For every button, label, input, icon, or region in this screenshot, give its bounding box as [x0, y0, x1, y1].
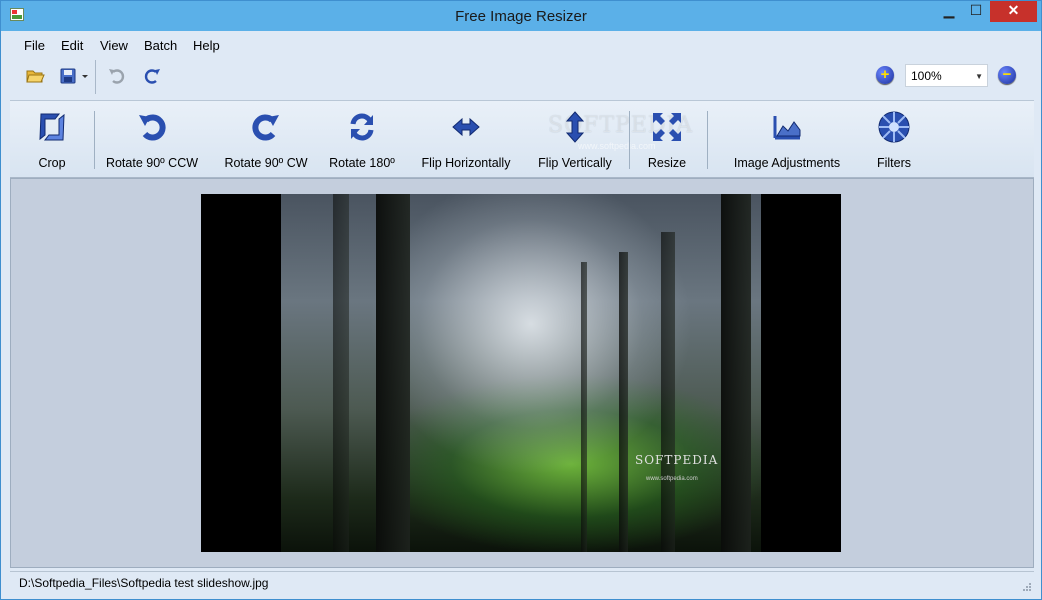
save-dropdown-chevron-down-icon[interactable] — [80, 66, 90, 86]
image-adjustments-icon — [773, 116, 801, 140]
flip-vertical-icon — [565, 111, 585, 143]
rotate-cw-label: Rotate 90º CW — [224, 156, 308, 170]
toolbar-separator — [629, 111, 630, 169]
status-bar: D:\Softpedia_Files\Softpedia test slides… — [10, 571, 1034, 594]
quick-toolbar: + 100% ▼ − — [10, 58, 1034, 98]
close-button[interactable]: ✕ — [990, 1, 1037, 22]
toolbar-separator — [707, 111, 708, 169]
rotate-180-icon — [350, 113, 374, 141]
rotate-cw-icon — [252, 114, 279, 141]
toolbar-separator — [94, 111, 95, 169]
rotate-cw-button[interactable]: Rotate 90º CW — [218, 101, 314, 177]
tree-trunk — [619, 252, 628, 552]
rotate-ccw-label: Rotate 90º CCW — [105, 156, 199, 170]
image-preview[interactable]: SOFTPEDIA www.softpedia.com — [201, 194, 841, 552]
tree-trunk — [721, 194, 751, 552]
app-window: Free Image Resizer ▁ ☐ ✕ File Edit View … — [0, 0, 1042, 600]
photo-url: www.softpedia.com — [646, 476, 698, 482]
save-icon[interactable] — [58, 66, 78, 86]
chevron-down-icon[interactable]: ▼ — [975, 72, 983, 81]
resize-label: Resize — [647, 156, 687, 170]
menu-file[interactable]: File — [24, 38, 45, 53]
crop-icon — [39, 113, 65, 141]
photo-watermark: SOFTPEDIA — [635, 453, 719, 467]
forest-photo — [281, 194, 761, 552]
filters-icon — [878, 111, 910, 143]
tree-trunk — [376, 194, 410, 552]
tree-trunk — [581, 262, 587, 552]
tree-trunk — [661, 232, 675, 552]
maximize-button[interactable]: ☐ — [963, 1, 989, 22]
menu-view[interactable]: View — [100, 38, 128, 53]
rotate-ccw-button[interactable]: Rotate 90º CCW — [104, 101, 200, 177]
image-canvas[interactable]: SOFTPEDIA www.softpedia.com — [10, 178, 1034, 568]
open-folder-icon[interactable] — [25, 66, 45, 86]
menu-edit[interactable]: Edit — [61, 38, 83, 53]
filters-button[interactable]: Filters — [862, 101, 926, 177]
resize-button[interactable]: Resize — [636, 101, 698, 177]
rotate-180-label: Rotate 180º — [329, 156, 395, 170]
window-title: Free Image Resizer — [455, 8, 587, 25]
resize-grip-icon[interactable] — [1022, 582, 1032, 592]
filters-label: Filters — [876, 156, 912, 170]
flip-horizontal-button[interactable]: Flip Horizontally — [414, 101, 518, 177]
zoom-out-icon[interactable]: − — [998, 66, 1016, 84]
menu-bar: File Edit View Batch Help — [10, 32, 1034, 58]
image-toolbar: SOFTPEDIA www.softpedia.com Crop Rotate … — [10, 100, 1034, 178]
zoom-select[interactable]: 100% ▼ — [905, 64, 988, 87]
flip-vertical-label: Flip Vertically — [538, 156, 612, 170]
flip-horizontal-icon — [452, 117, 480, 137]
minimize-button[interactable]: ▁ — [936, 1, 962, 22]
crop-button[interactable]: Crop — [22, 101, 82, 177]
menu-help[interactable]: Help — [193, 38, 220, 53]
toolbar-separator — [95, 60, 96, 94]
flip-vertical-button[interactable]: Flip Vertically — [528, 101, 622, 177]
menu-batch[interactable]: Batch — [144, 38, 177, 53]
title-bar[interactable]: Free Image Resizer ▁ ☐ ✕ — [1, 1, 1041, 31]
image-adjustments-button[interactable]: Image Adjustments — [722, 101, 852, 177]
undo-icon[interactable] — [107, 66, 127, 86]
rotate-ccw-icon — [139, 114, 166, 141]
tree-trunk — [333, 194, 349, 552]
file-path: D:\Softpedia_Files\Softpedia test slides… — [19, 576, 269, 590]
flip-horizontal-label: Flip Horizontally — [421, 156, 511, 170]
rotate-180-button[interactable]: Rotate 180º — [320, 101, 404, 177]
image-adjustments-label: Image Adjustments — [733, 156, 841, 170]
crop-label: Crop — [38, 156, 66, 170]
resize-icon — [653, 113, 681, 141]
zoom-in-icon[interactable]: + — [876, 66, 894, 84]
redo-icon[interactable] — [142, 66, 162, 86]
zoom-value: 100% — [911, 69, 942, 83]
